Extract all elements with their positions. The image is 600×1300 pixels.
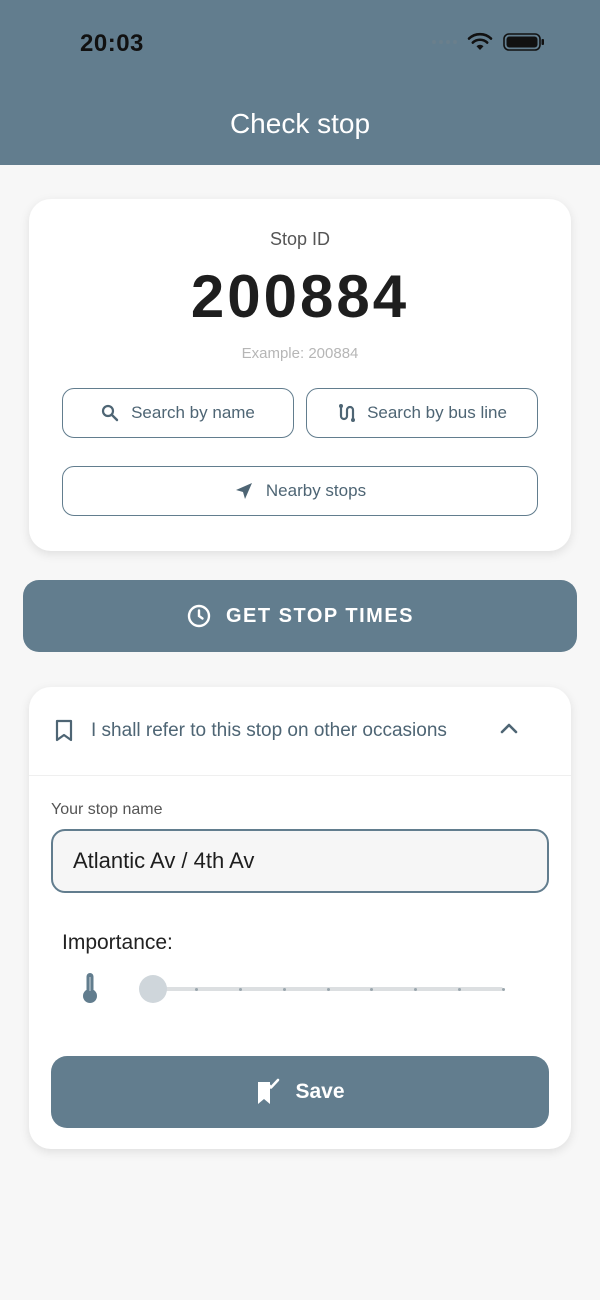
save-stop-accordion-header[interactable]: I shall refer to this stop on other occa…	[29, 687, 571, 776]
save-stop-card: I shall refer to this stop on other occa…	[29, 687, 571, 1149]
page-title: Check stop	[229, 108, 371, 139]
importance-slider-thumb[interactable]	[139, 975, 167, 1003]
importance-slider-tick	[457, 988, 461, 991]
cellular-signal-icon	[432, 40, 457, 44]
stop-id-value[interactable]: 200884	[29, 262, 571, 331]
search-by-bus-line-label: Search by bus line	[367, 403, 507, 422]
importance-slider-tick	[282, 988, 286, 991]
importance-slider-tick	[414, 988, 417, 991]
nearby-stops-button[interactable]: Nearby stops	[62, 466, 538, 516]
importance-slider-tick	[501, 988, 505, 991]
stop-name-label: Your stop name	[51, 801, 163, 818]
route-icon	[339, 404, 356, 422]
battery-icon	[503, 33, 544, 51]
save-label: Save	[295, 1080, 345, 1103]
status-icons	[432, 32, 545, 52]
search-icon	[101, 404, 119, 422]
nearby-stops-label: Nearby stops	[265, 481, 367, 500]
wifi-icon	[467, 32, 493, 50]
search-by-name-label: Search by name	[131, 403, 255, 422]
importance-slider-tick	[239, 988, 242, 991]
search-by-name-button[interactable]: Search by name	[62, 388, 294, 438]
clock-icon	[187, 604, 211, 628]
get-stop-times-button[interactable]: GET STOP TIMES	[23, 580, 577, 652]
bookmark-icon	[55, 719, 73, 742]
navigation-arrow-icon	[235, 483, 252, 499]
save-stop-accordion-title: I shall refer to this stop on other occa…	[91, 720, 447, 741]
bookmark-check-icon	[258, 1078, 280, 1104]
stop-id-hint: Example: 200884	[241, 345, 359, 362]
importance-slider-tick	[326, 988, 330, 991]
chevron-up-icon[interactable]	[499, 719, 519, 739]
get-stop-times-label: GET STOP TIMES	[225, 604, 415, 627]
thermometer-icon	[83, 973, 97, 1003]
app-header: 20:03 Check stop	[0, 0, 600, 165]
stop-id-label: Stop ID	[269, 229, 331, 249]
search-by-bus-line-button[interactable]: Search by bus line	[306, 388, 538, 438]
stop-name-input[interactable]	[51, 829, 549, 893]
status-time: 20:03	[80, 30, 144, 57]
save-button[interactable]: Save	[51, 1056, 549, 1128]
importance-label: Importance:	[62, 931, 173, 954]
stop-id-card: Stop ID 200884 Example: 200884 Search by…	[29, 199, 571, 551]
